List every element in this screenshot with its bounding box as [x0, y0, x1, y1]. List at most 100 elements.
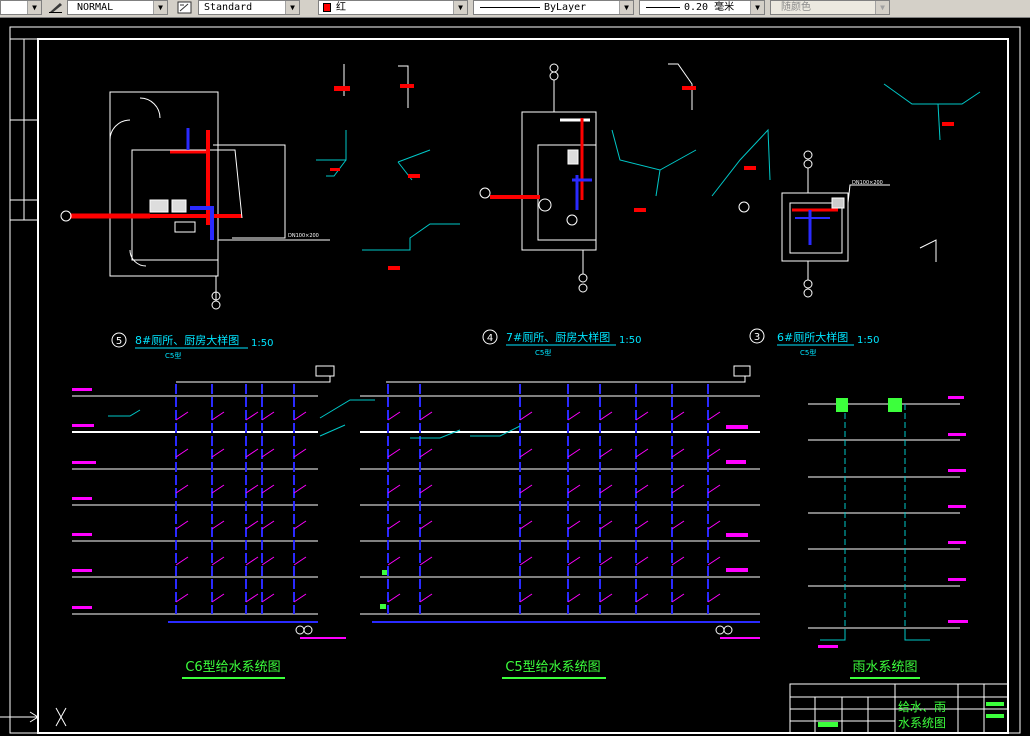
svg-text:1:50: 1:50: [857, 335, 879, 346]
branch-mark: [519, 520, 533, 530]
lineweight-value: 0.20 毫米: [684, 2, 735, 13]
branch-mark: [175, 556, 189, 566]
detail-number: 5: [116, 336, 122, 347]
branch-mark: [261, 520, 275, 530]
floor-level-labels: [72, 388, 96, 609]
plot-color-dropdown[interactable]: 随颜色 ▼: [770, 0, 890, 15]
text-style-dropdown[interactable]: Standard ▼: [198, 0, 300, 15]
branch-mark: [419, 448, 433, 458]
branch-mark: [261, 411, 275, 421]
color-swatch: [323, 3, 331, 12]
branch-mark: [599, 556, 613, 566]
branch-mark: [707, 556, 721, 566]
linetype-dropdown[interactable]: ByLayer ▼: [473, 0, 634, 15]
chevron-down-icon[interactable]: ▼: [285, 1, 299, 14]
linetype-value: ByLayer: [544, 2, 587, 13]
branch-mark: [293, 520, 307, 530]
rain-system: [808, 396, 968, 648]
system-titles: C6型给水系统图 C5型给水系统图 雨水系统图: [182, 660, 920, 679]
chevron-down-icon[interactable]: ▼: [153, 1, 167, 14]
branch-mark: [175, 484, 189, 494]
branch-mark: [175, 448, 189, 458]
branch-mark: [671, 448, 685, 458]
branch-mark: [671, 484, 685, 494]
branch-mark: [387, 520, 401, 530]
branch-mark: [387, 556, 401, 566]
branch-mark: [635, 411, 649, 421]
chevron-down-icon[interactable]: ▼: [750, 1, 764, 14]
branch-mark: [293, 593, 307, 603]
branch-mark: [707, 520, 721, 530]
branch-mark: [261, 448, 275, 458]
svg-text:DN100×200: DN100×200: [288, 233, 319, 239]
drawing-name-line-1: 给水、雨: [898, 700, 946, 714]
branch-mark: [261, 593, 275, 603]
branch-mark: [419, 520, 433, 530]
branch-mark: [635, 556, 649, 566]
branch-mark: [519, 411, 533, 421]
branch-mark: [387, 448, 401, 458]
branch-mark: [245, 593, 259, 603]
branch-mark: [419, 411, 433, 421]
detail-title-3: 3 6#厕所大样图 1:50 C5型: [749, 328, 879, 357]
drawing-frame: [9, 26, 1021, 734]
branch-mark: [419, 593, 433, 603]
branch-mark: [293, 556, 307, 566]
chevron-down-icon[interactable]: ▼: [453, 1, 467, 14]
branch-mark: [211, 411, 225, 421]
text-style-value: Standard: [204, 2, 253, 13]
branch-mark: [567, 411, 581, 421]
text-style-icon[interactable]: [177, 1, 193, 14]
detail-plan-8: DN100×200: [60, 91, 330, 310]
branch-mark: [211, 556, 225, 566]
svg-text:7#厕所、厨房大样图: 7#厕所、厨房大样图: [506, 330, 610, 344]
chevron-down-icon[interactable]: ▼: [875, 1, 889, 14]
detail-sub: C5型: [165, 351, 181, 360]
branch-mark: [671, 411, 685, 421]
branch-mark: [567, 484, 581, 494]
svg-text:6#厕所大样图: 6#厕所大样图: [777, 330, 848, 344]
branch-mark: [261, 556, 275, 566]
drawing-name-line-2: 水系统图: [898, 716, 946, 730]
isometric-sketches: [316, 63, 981, 270]
branch-mark: [635, 593, 649, 603]
branch-mark: [567, 556, 581, 566]
branch-mark: [671, 520, 685, 530]
color-dropdown[interactable]: 红 ▼: [318, 0, 468, 15]
svg-text:3: 3: [754, 332, 760, 343]
branch-mark: [175, 593, 189, 603]
branch-mark: [671, 556, 685, 566]
c5-outlet-tags: [726, 425, 748, 572]
branch-mark: [387, 484, 401, 494]
chevron-down-icon[interactable]: ▼: [27, 1, 41, 14]
plot-color-value: 随颜色: [781, 2, 811, 13]
drawing-canvas[interactable]: DN100×200 DN100×200 5 8#厕所、厨房大样图 1:50 C5…: [0, 18, 1030, 736]
branch-mark: [567, 593, 581, 603]
branch-mark: [293, 448, 307, 458]
lineweight-dropdown[interactable]: 0.20 毫米 ▼: [639, 0, 765, 15]
branch-mark: [419, 484, 433, 494]
branch-mark: [519, 556, 533, 566]
branch-mark: [211, 448, 225, 458]
chevron-down-icon[interactable]: ▼: [619, 1, 633, 14]
branch-mark: [175, 411, 189, 421]
layer-dropdown[interactable]: ▼: [0, 0, 42, 15]
svg-text:4: 4: [487, 333, 493, 344]
branch-mark: [567, 448, 581, 458]
rain-system-title: 雨水系统图: [852, 660, 917, 675]
plot-style-dropdown[interactable]: NORMAL ▼: [67, 0, 168, 15]
branch-mark: [567, 520, 581, 530]
detail-title-2: 4 7#厕所、厨房大样图 1:50 C5型: [482, 329, 641, 357]
branch-mark: [211, 484, 225, 494]
branch-mark: [635, 520, 649, 530]
branch-mark: [245, 411, 259, 421]
branch-mark: [707, 593, 721, 603]
c6-system-title: C6型给水系统图: [185, 660, 280, 675]
plot-style-icon[interactable]: [48, 1, 64, 14]
branch-mark: [245, 448, 259, 458]
c5-system-title: C5型给水系统图: [505, 660, 600, 675]
plot-style-value: NORMAL: [77, 2, 114, 13]
detail-title-1: 5 8#厕所、厨房大样图 1:50 C5型: [111, 332, 273, 360]
detail-plan-7: [479, 63, 597, 293]
branch-mark: [671, 593, 685, 603]
